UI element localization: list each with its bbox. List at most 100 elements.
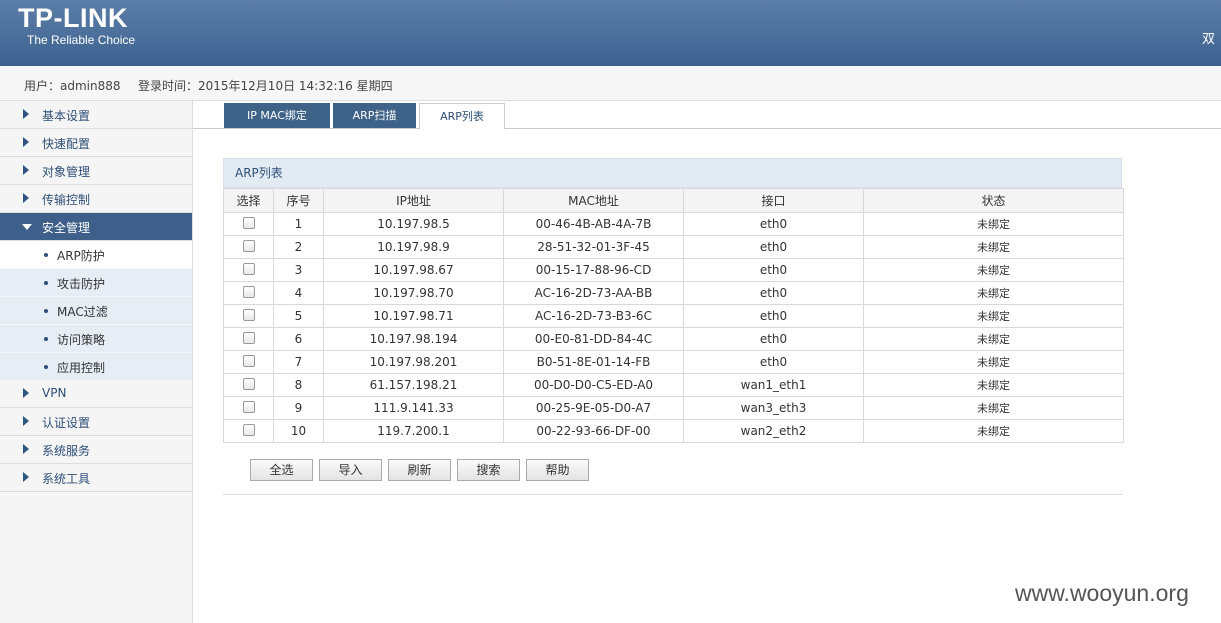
sidebar-item-vpn[interactable]: VPN	[0, 380, 192, 408]
status-cell: 未绑定	[863, 258, 1124, 282]
expand-arrow-icon	[23, 444, 29, 454]
sidebar-item-basic-settings[interactable]: 基本设置	[0, 101, 192, 129]
select-cell	[223, 258, 274, 282]
mac-cell: AC-16-2D-73-B3-6C	[503, 304, 684, 328]
status-cell: 未绑定	[863, 212, 1124, 236]
table-row: 4 10.197.98.70 AC-16-2D-73-AA-BB eth0 未绑定	[223, 281, 1124, 305]
index-cell: 4	[273, 281, 324, 305]
table-row: 10 119.7.200.1 00-22-93-66-DF-00 wan2_eth2 未…	[223, 419, 1124, 443]
tab-arp-scan[interactable]: ARP扫描	[333, 103, 416, 128]
import-button[interactable]: 导入	[319, 459, 382, 481]
help-button[interactable]: 帮助	[526, 459, 589, 481]
select-cell	[223, 350, 274, 374]
expand-arrow-icon	[23, 416, 29, 426]
sidebar-item-label: 传输控制	[42, 193, 91, 207]
status-cell: 未绑定	[863, 373, 1124, 397]
column-header-interface: 接口	[683, 188, 864, 213]
row-checkbox[interactable]	[242, 355, 255, 367]
sidebar-item-system-tools[interactable]: 系统工具	[0, 464, 192, 492]
index-cell: 10	[273, 419, 324, 443]
interface-cell: wan3_eth3	[683, 396, 864, 420]
sidebar-item-auth-settings[interactable]: 认证设置	[0, 408, 192, 436]
row-checkbox[interactable]	[242, 332, 255, 344]
mac-cell: 00-25-9E-05-D0-A7	[503, 396, 684, 420]
sidebar-item-object-management[interactable]: 对象管理	[0, 157, 192, 185]
interface-cell: eth0	[683, 327, 864, 351]
status-cell: 未绑定	[863, 419, 1124, 443]
tab-divider	[193, 128, 1221, 129]
index-cell: 2	[273, 235, 324, 259]
ip-cell: 10.197.98.67	[323, 258, 504, 282]
search-button[interactable]: 搜索	[457, 459, 520, 481]
ip-cell: 10.197.98.5	[323, 212, 504, 236]
refresh-button[interactable]: 刷新	[388, 459, 451, 481]
sidebar-subitem-mac-filter[interactable]: MAC过滤	[0, 297, 192, 324]
sidebar-subitem-access-policy[interactable]: 访问策略	[0, 325, 192, 352]
status-cell: 未绑定	[863, 350, 1124, 374]
header-banner: TP-LINK The Reliable Choice 双	[0, 0, 1221, 66]
select-cell	[223, 396, 274, 420]
row-checkbox[interactable]	[242, 309, 255, 321]
sidebar-subitem-label: ARP防护	[57, 249, 105, 263]
expand-arrow-icon	[23, 388, 29, 398]
header-right-text: 双	[1202, 32, 1216, 47]
index-cell: 1	[273, 212, 324, 236]
table-header-row: 选择 序号 IP地址 MAC地址 接口 状态	[223, 188, 1124, 213]
row-checkbox[interactable]	[242, 424, 255, 436]
interface-cell: wan2_eth2	[683, 419, 864, 443]
row-checkbox[interactable]	[242, 240, 255, 252]
interface-cell: wan1_eth1	[683, 373, 864, 397]
column-header-status: 状态	[863, 188, 1124, 213]
expand-arrow-icon	[23, 109, 29, 119]
tab-ip-mac-binding[interactable]: IP MAC绑定	[224, 103, 330, 128]
brand-slogan: The Reliable Choice	[27, 33, 136, 47]
user-info-bar: 用户：admin888 登录时间：2015年12月10日 14:32:16 星期…	[0, 66, 1221, 101]
select-cell	[223, 212, 274, 236]
sidebar-subitem-app-control[interactable]: 应用控制	[0, 353, 192, 380]
ip-cell: 119.7.200.1	[323, 419, 504, 443]
row-checkbox[interactable]	[242, 286, 255, 298]
row-checkbox[interactable]	[242, 378, 255, 390]
sidebar-item-system-services[interactable]: 系统服务	[0, 436, 192, 464]
expand-arrow-icon	[23, 193, 29, 203]
ip-cell: 10.197.98.9	[323, 235, 504, 259]
index-cell: 9	[273, 396, 324, 420]
interface-cell: eth0	[683, 212, 864, 236]
sidebar-item-label: 快速配置	[42, 137, 91, 151]
sidebar-item-security-management[interactable]: 安全管理	[0, 213, 192, 241]
select-cell	[223, 327, 274, 351]
sidebar-subitem-label: MAC过滤	[57, 305, 108, 319]
sidebar-item-label: 对象管理	[42, 165, 91, 179]
sidebar-item-label: 系统工具	[42, 472, 91, 486]
sidebar-item-quick-config[interactable]: 快速配置	[0, 129, 192, 157]
expand-arrow-icon	[23, 472, 29, 482]
table-row: 5 10.197.98.71 AC-16-2D-73-B3-6C eth0 未绑定	[223, 304, 1124, 328]
row-checkbox[interactable]	[242, 401, 255, 413]
collapse-arrow-icon	[22, 224, 32, 230]
current-user: 用户：admin888	[24, 79, 121, 93]
status-cell: 未绑定	[863, 327, 1124, 351]
arp-table: 选择 序号 IP地址 MAC地址 接口 状态 1 10.197.98.5 00-46…	[223, 188, 1124, 443]
index-cell: 5	[273, 304, 324, 328]
status-cell: 未绑定	[863, 396, 1124, 420]
interface-cell: eth0	[683, 304, 864, 328]
column-header-mac: MAC地址	[503, 188, 684, 213]
select-cell	[223, 419, 274, 443]
sidebar-subitem-arp-protection[interactable]: ARP防护	[0, 241, 192, 268]
mac-cell: 00-15-17-88-96-CD	[503, 258, 684, 282]
row-checkbox[interactable]	[242, 263, 255, 275]
watermark: www.wooyun.org	[1015, 580, 1189, 606]
status-cell: 未绑定	[863, 304, 1124, 328]
tab-arp-list[interactable]: ARP列表	[419, 103, 505, 130]
sidebar-subitem-label: 应用控制	[57, 361, 106, 375]
bullet-icon	[44, 337, 48, 341]
table-row: 9 111.9.141.33 00-25-9E-05-D0-A7 wan3_eth3 未…	[223, 396, 1124, 420]
ip-cell: 10.197.98.201	[323, 350, 504, 374]
sidebar-subitem-attack-protection[interactable]: 攻击防护	[0, 269, 192, 296]
sidebar-item-label: 认证设置	[42, 416, 91, 430]
row-checkbox[interactable]	[242, 217, 255, 229]
select-cell	[223, 235, 274, 259]
bullet-icon	[44, 253, 48, 257]
select-all-button[interactable]: 全选	[250, 459, 313, 481]
sidebar-item-transfer-control[interactable]: 传输控制	[0, 185, 192, 213]
